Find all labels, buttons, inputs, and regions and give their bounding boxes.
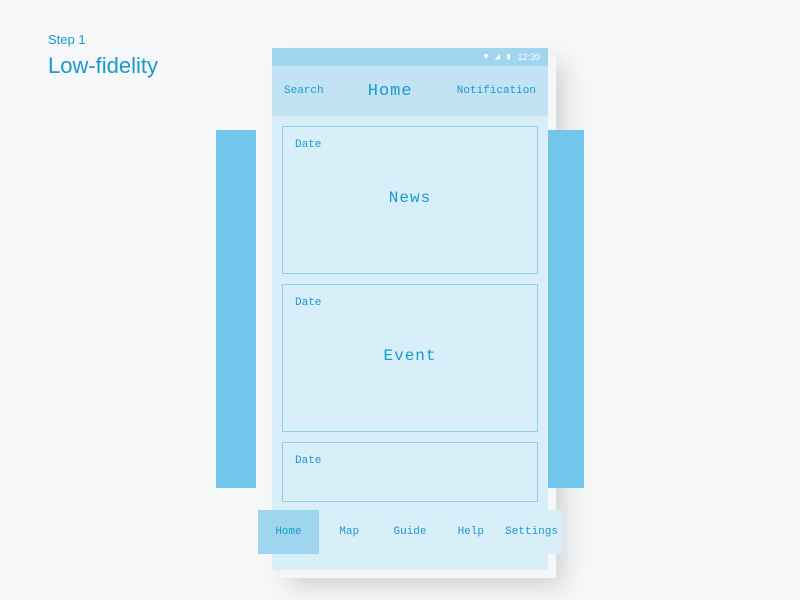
carousel-next-card[interactable] [544,130,584,488]
card-date-label: Date [295,297,525,309]
content-area[interactable]: Date News Date Event Date [272,116,548,570]
bottom-nav: Home Map Guide Help Settings [258,510,562,554]
card-title: News [295,189,525,207]
nav-home[interactable]: Home [258,510,319,554]
step-label: Step 1 [48,32,158,47]
card-title: Event [295,347,525,365]
card-date-label: Date [295,139,525,151]
nav-guide[interactable]: Guide [380,510,441,554]
fidelity-label: Low-fidelity [48,53,158,79]
news-card[interactable]: Date News [282,126,538,274]
status-time: 12:30 [517,52,540,62]
title-section: Step 1 Low-fidelity [48,32,158,79]
partial-card[interactable]: Date [282,442,538,502]
card-date-label: Date [295,455,525,467]
heart-icon: ♥ [483,52,488,62]
lock-icon: ▮ [506,52,511,62]
carousel-prev-card[interactable] [216,130,256,488]
nav-map[interactable]: Map [319,510,380,554]
signal-icon: ◢ [495,52,500,62]
phone-frame: ♥ ◢ ▮ 12:30 Search Home Notification Dat… [272,48,548,570]
nav-help[interactable]: Help [440,510,501,554]
nav-settings[interactable]: Settings [501,510,562,554]
event-card[interactable]: Date Event [282,284,538,432]
notification-link[interactable]: Notification [457,85,536,97]
status-bar: ♥ ◢ ▮ 12:30 [272,48,548,66]
top-nav: Search Home Notification [272,66,548,116]
page-title: Home [368,82,413,101]
search-link[interactable]: Search [284,85,324,97]
